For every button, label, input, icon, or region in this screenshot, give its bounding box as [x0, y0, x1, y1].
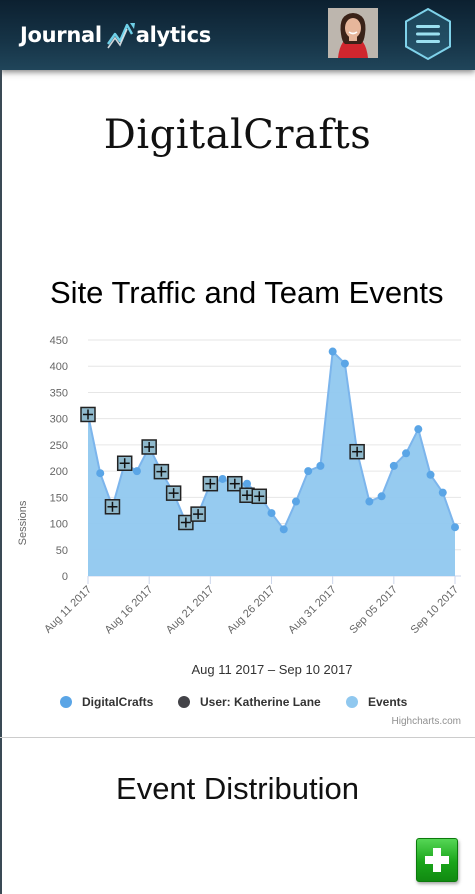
legend-symbol — [346, 696, 358, 708]
event-marker — [153, 463, 170, 480]
y-tick-label: 250 — [50, 440, 68, 452]
series-area-digitalcrafts — [88, 351, 455, 576]
legend-label: Events — [368, 695, 408, 709]
logo-text-journal: Journal — [20, 23, 102, 47]
data-point — [218, 474, 227, 483]
y-tick-label: 50 — [56, 545, 68, 557]
legend-label: DigitalCrafts — [82, 695, 154, 709]
event-distribution-title: Event Distribution — [116, 771, 359, 806]
top-navigation-bar: Journal alytics — [0, 0, 475, 70]
logo-text-alytics: alytics — [135, 23, 211, 47]
app-logo[interactable]: Journal alytics — [20, 20, 211, 50]
y-tick-label: 300 — [50, 414, 68, 426]
data-point — [340, 359, 349, 368]
hamburger-hexagon-icon[interactable] — [401, 7, 455, 61]
data-point — [304, 467, 313, 476]
legend-item[interactable]: Events — [346, 695, 408, 709]
x-axis: Aug 11 2017 Aug 16 2017 Aug 21 2017 Aug 26 … — [42, 576, 461, 636]
x-tick-label: Aug 16 2017 — [103, 584, 156, 637]
data-point — [328, 347, 337, 356]
traffic-area-chart: 050100150200250300350400450 Aug 11 2017 A… — [17, 335, 461, 709]
add-event-button[interactable] — [416, 838, 458, 882]
x-tick-label: Aug 11 2017 — [42, 584, 94, 636]
chart-title: Site Traffic and Team Events — [50, 275, 444, 310]
event-marker — [141, 439, 157, 455]
data-point — [414, 425, 423, 434]
data-point — [389, 461, 398, 470]
legend-label: User: Katherine Lane — [200, 695, 321, 709]
x-tick-label: Aug 21 2017 — [164, 584, 217, 637]
data-point — [402, 449, 411, 458]
data-point — [132, 467, 141, 476]
data-point — [243, 479, 252, 488]
legend-symbol — [60, 696, 72, 708]
y-tick-label: 400 — [50, 361, 68, 373]
legend-item[interactable]: User: Katherine Lane — [178, 695, 321, 709]
x-tick-label: Aug 26 2017 — [225, 584, 278, 637]
data-point — [316, 461, 325, 470]
y-tick-label: 200 — [50, 466, 68, 478]
trend-arrow-icon — [106, 23, 135, 49]
legend-symbol — [178, 696, 190, 708]
legend-item[interactable]: DigitalCrafts — [60, 695, 154, 709]
chart-legend: DigitalCrafts User: Katherine Lane Events — [60, 695, 408, 709]
x-tick-label: Sep 05 2017 — [347, 584, 400, 637]
event-marker — [190, 506, 206, 522]
page-title: DigitalCrafts — [103, 112, 372, 158]
y-tick-label: 100 — [50, 519, 68, 531]
y-tick-label: 0 — [62, 571, 68, 583]
user-photo — [328, 8, 378, 58]
data-point — [438, 488, 447, 497]
highcharts-credit[interactable]: Highcharts.com — [392, 716, 461, 727]
y-tick-label: 350 — [50, 387, 68, 399]
x-axis-title: Aug 11 2017 – Sep 10 2017 — [192, 662, 353, 677]
data-point — [365, 497, 374, 506]
data-point — [267, 509, 276, 518]
event-marker — [251, 488, 268, 505]
event-marker — [202, 475, 219, 492]
data-point — [451, 523, 459, 532]
event-marker — [80, 406, 96, 423]
y-axis: 0 50 100 150 200 250 300 350 400 450 — [50, 335, 68, 583]
event-marker — [116, 455, 133, 471]
event-marker — [349, 443, 365, 460]
event-marker — [104, 499, 121, 515]
data-point — [279, 525, 288, 534]
y-tick-label: 150 — [50, 492, 68, 504]
y-tick-label: 450 — [50, 335, 68, 347]
x-tick-label: Sep 10 2017 — [409, 584, 462, 637]
data-point — [291, 497, 300, 506]
event-marker — [165, 485, 182, 501]
data-point — [96, 469, 105, 478]
data-point — [426, 470, 435, 479]
y-axis-title: Sessions — [17, 500, 29, 545]
x-tick-label: Aug 31 2017 — [286, 584, 339, 637]
section-divider — [0, 737, 475, 738]
avatar[interactable] — [328, 8, 378, 58]
data-point — [377, 492, 386, 501]
